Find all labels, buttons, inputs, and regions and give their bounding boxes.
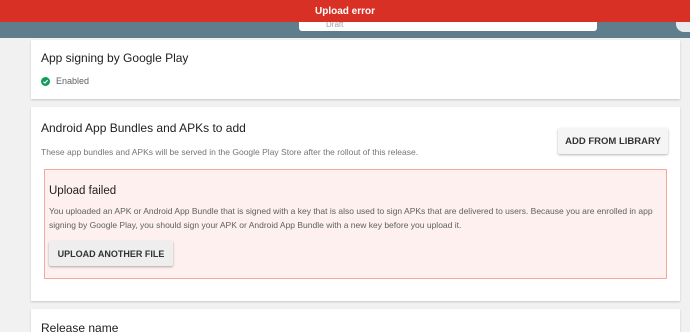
release-name-card: Release name <box>31 309 680 332</box>
release-name-title: Release name <box>41 321 119 332</box>
check-circle-icon <box>41 76 50 86</box>
add-from-library-button[interactable]: ADD FROM LIBRARY <box>558 128 668 154</box>
app-signing-status-label: Enabled <box>56 76 90 86</box>
app-signing-card: App signing by Google Play Enabled <box>31 40 680 99</box>
error-banner-text: Upload error <box>314 5 375 17</box>
bundles-card: Android App Bundles and APKs to add Thes… <box>31 107 680 301</box>
release-status-field: Draft <box>299 22 597 31</box>
upload-error-box: Upload failed You uploaded an APK or And… <box>44 169 667 279</box>
upload-error-message: You uploaded an APK or Android App Bundl… <box>49 206 653 230</box>
upload-another-file-button[interactable]: UPLOAD ANOTHER FILE <box>49 241 173 266</box>
app-signing-status: Enabled <box>41 76 89 86</box>
bundles-title: Android App Bundles and APKs to add <box>41 121 246 135</box>
app-signing-title: App signing by Google Play <box>41 51 189 65</box>
error-banner: Upload error <box>0 0 690 22</box>
upload-error-title: Upload failed <box>49 185 117 197</box>
bundles-description: These app bundles and APKs will be serve… <box>41 147 419 157</box>
